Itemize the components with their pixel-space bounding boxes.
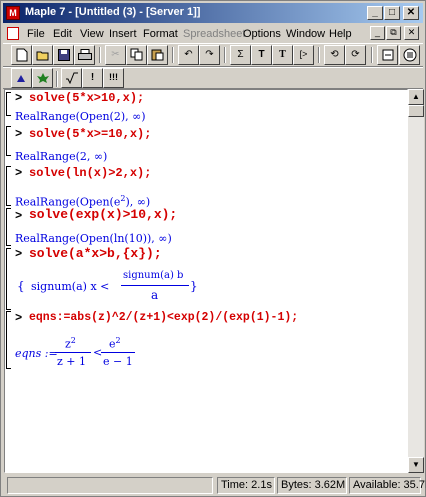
save-icon[interactable] — [53, 45, 74, 65]
signum-lhs: signum(a) x < — [31, 280, 110, 293]
right-denominator: e − 1 — [103, 355, 133, 368]
signum-close-brace: } — [190, 279, 198, 293]
paste-icon[interactable] — [147, 45, 168, 65]
text-input-icon[interactable]: T — [251, 45, 272, 65]
input-line-4[interactable]: solve(exp(x)>10,x); — [29, 207, 177, 222]
output-line-1: RealRange(Open(2), ∞) — [15, 110, 146, 123]
title-bar[interactable]: M Maple 7 - [Untitled (3) - [Server 1]] … — [3, 3, 423, 23]
left-fraction-bar — [55, 352, 91, 353]
status-time: Time: 2.1s — [217, 477, 275, 494]
status-available: Available: 35.7M — [349, 477, 426, 494]
execute-all-icon[interactable]: !!! — [103, 68, 124, 88]
input-line-3[interactable]: solve(ln(x)>2,x); — [29, 166, 151, 180]
signum-open-brace: { — [17, 279, 25, 293]
menu-insert[interactable]: Insert — [109, 28, 137, 40]
fraction-bar — [121, 285, 189, 286]
vertical-scrollbar[interactable]: ▲ ▼ — [408, 89, 424, 473]
menu-view[interactable]: View — [80, 28, 104, 40]
output-line-4: RealRange(Open(ln(10)), ∞) — [15, 232, 172, 245]
math-input-icon[interactable]: Σ — [230, 45, 251, 65]
output-line-2: RealRange(2, ∞) — [15, 150, 108, 163]
minimize-button[interactable]: _ — [367, 6, 383, 20]
right-numerator: e2 — [109, 336, 121, 351]
math-toggle-icon[interactable] — [11, 68, 32, 88]
zoom-icon[interactable] — [377, 45, 398, 65]
redo-icon[interactable]: ↷ — [199, 45, 220, 65]
status-bytes: Bytes: 3.62M — [277, 477, 347, 494]
prompt-6: > — [15, 311, 23, 325]
worksheet[interactable]: > solve(5*x>10,x); RealRange(Open(2), ∞)… — [4, 89, 408, 473]
stop-icon[interactable] — [399, 45, 420, 65]
menu-help[interactable]: Help — [329, 28, 352, 40]
status-bar: Time: 2.1s Bytes: 3.62M Available: 35.7M — [3, 475, 426, 495]
right-fraction-bar — [101, 352, 135, 353]
document-icon[interactable] — [7, 27, 19, 40]
context-toolbar: ! !!! — [3, 67, 423, 89]
maximize-button[interactable]: □ — [384, 6, 400, 20]
input-line-5[interactable]: solve(a*x>b,{x}); — [29, 246, 162, 261]
insert-prompt-icon[interactable]: [> — [293, 45, 314, 65]
status-message — [7, 477, 213, 494]
prompt-2: > — [15, 127, 23, 141]
close-button[interactable]: ✕ — [403, 6, 419, 20]
prompt-5: > — [15, 247, 23, 261]
prompt-4: > — [15, 209, 23, 223]
eqns-lhs: eqns := — [15, 347, 58, 360]
mdi-close-button[interactable]: ✕ — [404, 26, 419, 40]
window-title: Maple 7 - [Untitled (3) - [Server 1]] — [25, 6, 201, 18]
signum-denominator: a — [151, 288, 159, 302]
maple-leaf-icon[interactable] — [32, 68, 53, 88]
open-folder-icon[interactable] — [32, 45, 53, 65]
maple-app-icon[interactable]: M — [6, 6, 20, 20]
copy-icon[interactable] — [126, 45, 147, 65]
prompt-1: > — [15, 91, 23, 105]
mdi-minimize-button[interactable]: _ — [370, 26, 385, 40]
menu-bar: File Edit View Insert Format Spreadsheet… — [3, 25, 423, 43]
input-line-2[interactable]: solve(5*x>=10,x); — [29, 127, 151, 141]
sqrt-toggle-icon[interactable] — [61, 68, 82, 88]
main-toolbar: ✂ ↶ ↷ Σ T T [> ⟲ ⟳ — [3, 43, 423, 67]
prompt-3: > — [15, 166, 23, 180]
signum-numerator: signum(a) b — [123, 270, 184, 281]
scroll-thumb[interactable] — [408, 105, 424, 117]
menu-format[interactable]: Format — [143, 28, 178, 40]
menu-file[interactable]: File — [27, 28, 45, 40]
menu-options[interactable]: Options — [243, 28, 281, 40]
menu-window[interactable]: Window — [286, 28, 325, 40]
execute-icon[interactable]: ! — [82, 68, 103, 88]
menu-spreadsheet: Spreadsheet — [183, 28, 246, 40]
maple-window: M Maple 7 - [Untitled (3) - [Server 1]] … — [0, 0, 426, 497]
new-file-icon[interactable] — [11, 45, 32, 65]
print-icon[interactable] — [74, 45, 95, 65]
menu-edit[interactable]: Edit — [53, 28, 72, 40]
left-denominator: z + 1 — [57, 355, 87, 368]
input-line-6[interactable]: eqns:=abs(z)^2/(z+1)<exp(2)/(exp(1)-1); — [29, 311, 298, 324]
input-line-1[interactable]: solve(5*x>10,x); — [29, 91, 144, 105]
left-numerator: z2 — [65, 336, 76, 351]
scroll-up-icon[interactable]: ▲ — [408, 89, 424, 105]
forward-icon[interactable]: ⟳ — [345, 45, 366, 65]
mdi-restore-button[interactable]: ⧉ — [386, 26, 401, 40]
cut-icon: ✂ — [105, 45, 126, 65]
back-icon[interactable]: ⟲ — [324, 45, 345, 65]
undo-icon[interactable]: ↶ — [178, 45, 199, 65]
text-mode-icon[interactable]: T — [272, 45, 293, 65]
scroll-down-icon[interactable]: ▼ — [408, 457, 424, 473]
